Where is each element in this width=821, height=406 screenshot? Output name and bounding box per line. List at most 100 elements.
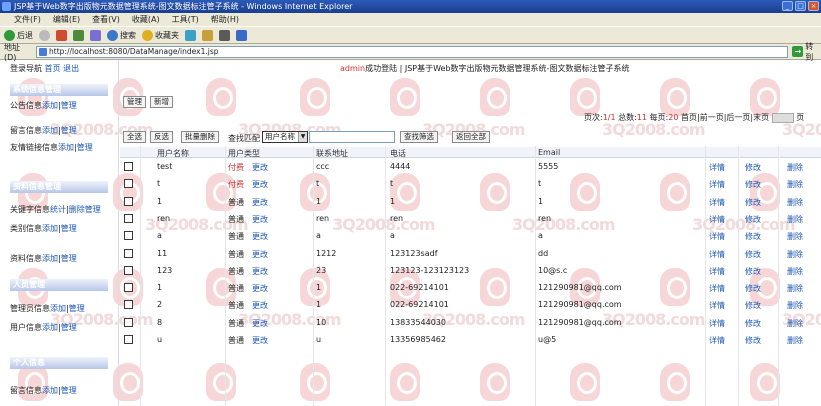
back-button[interactable]: 后退	[4, 29, 33, 41]
change-type-link[interactable]: 更改	[252, 197, 268, 208]
manage-button[interactable]: 管理	[123, 96, 146, 108]
edit-link[interactable]: 修改	[745, 266, 761, 277]
sidebar-item-manage-link[interactable]: 管理	[61, 224, 77, 233]
row-checkbox[interactable]	[124, 162, 133, 171]
edit-link[interactable]: 修改	[745, 197, 761, 208]
pager-nav[interactable]: 首页|前一页|后一页|末页	[681, 113, 769, 122]
menu-item[interactable]: 查看(V)	[92, 13, 120, 26]
edit-link[interactable]: 修改	[745, 249, 761, 260]
edit-link[interactable]: 修改	[745, 214, 761, 225]
logout-link[interactable]: 退出	[63, 64, 79, 73]
row-checkbox[interactable]	[124, 248, 133, 258]
change-type-link[interactable]: 更改	[252, 249, 268, 260]
delete-link[interactable]: 删除	[787, 266, 803, 277]
change-type-link[interactable]: 更改	[252, 179, 268, 190]
search-filter-button[interactable]: 查找筛选	[400, 131, 438, 143]
menu-item[interactable]: 编辑(E)	[53, 13, 80, 26]
mail-icon[interactable]	[202, 29, 213, 41]
menu-item[interactable]: 工具(T)	[172, 13, 199, 26]
delete-link[interactable]: 删除	[787, 300, 803, 311]
history-icon[interactable]	[185, 29, 196, 41]
change-type-link[interactable]: 更改	[252, 162, 268, 173]
sidebar-item-manage-link[interactable]: 管理	[69, 304, 85, 313]
edit-icon[interactable]	[236, 29, 247, 41]
change-type-link[interactable]: 更改	[252, 231, 268, 242]
sidebar-item-manage-link[interactable]: 管理	[61, 323, 77, 332]
row-checkbox[interactable]	[124, 196, 133, 206]
row-checkbox[interactable]	[124, 231, 133, 241]
edit-link[interactable]: 修改	[745, 179, 761, 190]
edit-link[interactable]: 修改	[745, 283, 761, 294]
close-button[interactable]: ×	[808, 1, 819, 11]
sidebar-item-add-link[interactable]: 添加	[42, 101, 58, 110]
delete-link[interactable]: 删除	[787, 283, 803, 294]
row-checkbox[interactable]	[124, 335, 133, 344]
sidebar-item-add-link[interactable]: 添加	[58, 143, 74, 152]
change-type-link[interactable]: 更改	[252, 283, 268, 294]
row-checkbox[interactable]	[124, 300, 133, 310]
stop-icon[interactable]	[56, 29, 67, 41]
change-type-link[interactable]: 更改	[252, 318, 268, 329]
detail-link[interactable]: 详情	[709, 162, 725, 173]
sidebar-section-header[interactable]: 资料信息管理	[10, 181, 108, 193]
sidebar-item-manage-link[interactable]: 管理	[61, 126, 77, 135]
delete-link[interactable]: 删除	[787, 162, 803, 173]
delete-link[interactable]: 删除	[787, 249, 803, 260]
refresh-icon[interactable]	[73, 29, 84, 41]
change-type-link[interactable]: 更改	[252, 266, 268, 277]
row-checkbox[interactable]	[124, 283, 133, 293]
sidebar-item-manage-link[interactable]: 删除管理	[69, 205, 101, 214]
delete-link[interactable]: 删除	[787, 197, 803, 208]
edit-link[interactable]: 修改	[745, 318, 761, 329]
print-icon[interactable]	[219, 29, 230, 41]
minimize-button[interactable]: _	[782, 1, 793, 11]
home-link[interactable]: 首页	[45, 64, 61, 73]
detail-link[interactable]: 详情	[709, 335, 725, 346]
page-number-input[interactable]	[771, 112, 794, 123]
change-type-link[interactable]: 更改	[252, 300, 268, 311]
edit-link[interactable]: 修改	[745, 300, 761, 311]
row-checkbox[interactable]	[124, 213, 133, 223]
search-input[interactable]	[309, 131, 395, 143]
maximize-button[interactable]: □	[795, 1, 806, 11]
row-checkbox[interactable]	[124, 179, 133, 189]
sidebar-item-add-link[interactable]: 添加	[42, 254, 58, 263]
add-button[interactable]: 新增	[150, 96, 173, 108]
change-type-link[interactable]: 更改	[252, 214, 268, 225]
address-input[interactable]: http://localhost:8080/DataManage/index1.…	[36, 45, 789, 58]
show-all-button[interactable]: 返回全部	[452, 131, 490, 143]
home-icon[interactable]	[90, 29, 101, 41]
sidebar-item-manage-link[interactable]: 管理	[61, 101, 77, 110]
favorites-button[interactable]: 收藏夹	[142, 29, 179, 41]
search-button[interactable]: 搜索	[107, 29, 136, 41]
row-checkbox[interactable]	[124, 265, 133, 275]
detail-link[interactable]: 详情	[709, 266, 725, 277]
detail-link[interactable]: 详情	[709, 179, 725, 190]
sidebar-item-add-link[interactable]: 添加	[42, 126, 58, 135]
sidebar-item-manage-link[interactable]: 管理	[61, 386, 77, 395]
edit-link[interactable]: 修改	[745, 162, 761, 173]
row-checkbox[interactable]	[124, 317, 133, 327]
sidebar-section-header[interactable]: 个人信息	[10, 357, 108, 369]
delete-link[interactable]: 删除	[787, 214, 803, 225]
change-type-link[interactable]: 更改	[252, 335, 268, 346]
detail-link[interactable]: 详情	[709, 249, 725, 260]
sidebar-item-manage-link[interactable]: 管理	[61, 254, 77, 263]
detail-link[interactable]: 详情	[709, 231, 725, 242]
delete-link[interactable]: 删除	[787, 335, 803, 346]
menu-item[interactable]: 文件(F)	[14, 13, 41, 26]
menu-item[interactable]: 帮助(H)	[211, 13, 239, 26]
forward-arrow-icon[interactable]	[39, 29, 50, 41]
sidebar-item-manage-link[interactable]: 管理	[77, 143, 93, 152]
detail-link[interactable]: 详情	[709, 197, 725, 208]
delete-link[interactable]: 删除	[787, 179, 803, 190]
sidebar-item-add-link[interactable]: 添加	[42, 224, 58, 233]
delete-link[interactable]: 删除	[787, 318, 803, 329]
search-field-select[interactable]: 用户名称 ▼	[262, 131, 308, 143]
sidebar-item-add-link[interactable]: 添加	[42, 386, 58, 395]
sidebar-item-add-link[interactable]: 添加	[42, 323, 58, 332]
detail-link[interactable]: 详情	[709, 214, 725, 225]
detail-link[interactable]: 详情	[709, 283, 725, 294]
delete-link[interactable]: 删除	[787, 231, 803, 242]
sidebar-item-add-link[interactable]: 统计	[50, 205, 66, 214]
